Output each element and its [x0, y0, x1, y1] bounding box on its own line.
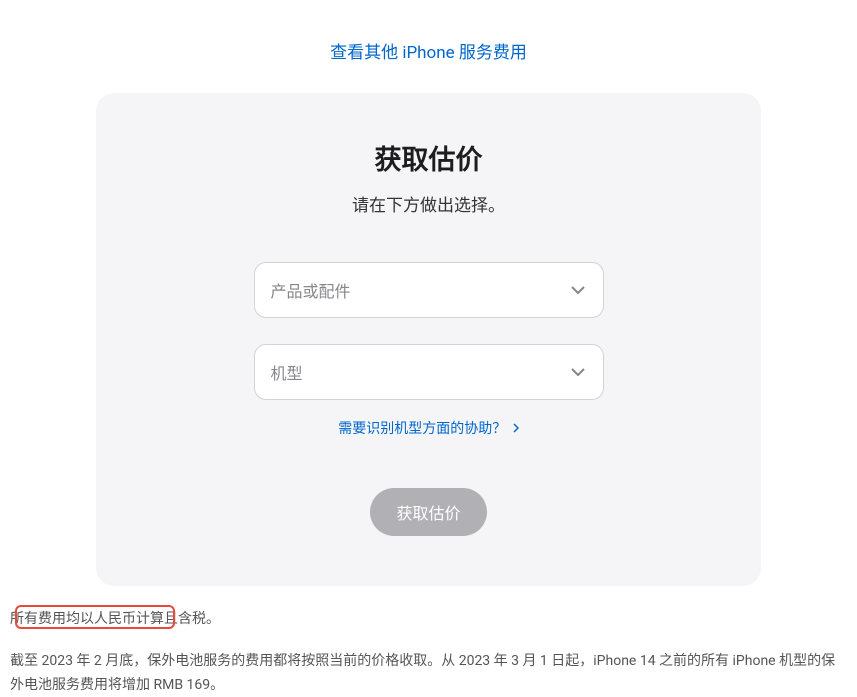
- help-link-container: 需要识别机型方面的协助？: [126, 418, 731, 438]
- chevron-right-icon: [513, 421, 519, 437]
- card-subtitle: 请在下方做出选择。: [126, 191, 731, 216]
- card-title: 获取估价: [126, 138, 731, 177]
- identify-model-help-link[interactable]: 需要识别机型方面的协助？: [338, 421, 518, 437]
- footer-paragraph-2: 截至 2023 年 2 月底，保外电池服务的费用都将按照当前的价格收取。从 20…: [10, 650, 847, 697]
- help-link-text: 需要识别机型方面的协助？: [338, 421, 506, 437]
- product-select[interactable]: 产品或配件: [254, 262, 604, 318]
- chevron-down-icon: [571, 368, 585, 376]
- top-link-container: 查看其他 iPhone 服务费用: [0, 0, 857, 93]
- product-select-wrapper: 产品或配件: [254, 262, 604, 318]
- footer-paragraph-1: 所有费用均以人民币计算且含税。: [10, 608, 847, 632]
- model-select-wrapper: 机型: [254, 344, 604, 400]
- view-other-fees-link[interactable]: 查看其他 iPhone 服务费用: [330, 43, 527, 63]
- footer-text: 所有费用均以人民币计算且含税。 截至 2023 年 2 月底，保外电池服务的费用…: [0, 586, 857, 697]
- model-select-placeholder: 机型: [271, 360, 303, 384]
- chevron-down-icon: [571, 286, 585, 294]
- get-estimate-button[interactable]: 获取估价: [370, 488, 486, 536]
- model-select[interactable]: 机型: [254, 344, 604, 400]
- estimate-card: 获取估价 请在下方做出选择。 产品或配件 机型 需要识别机型方面的协助？ 获取估…: [96, 93, 761, 586]
- product-select-placeholder: 产品或配件: [271, 278, 351, 302]
